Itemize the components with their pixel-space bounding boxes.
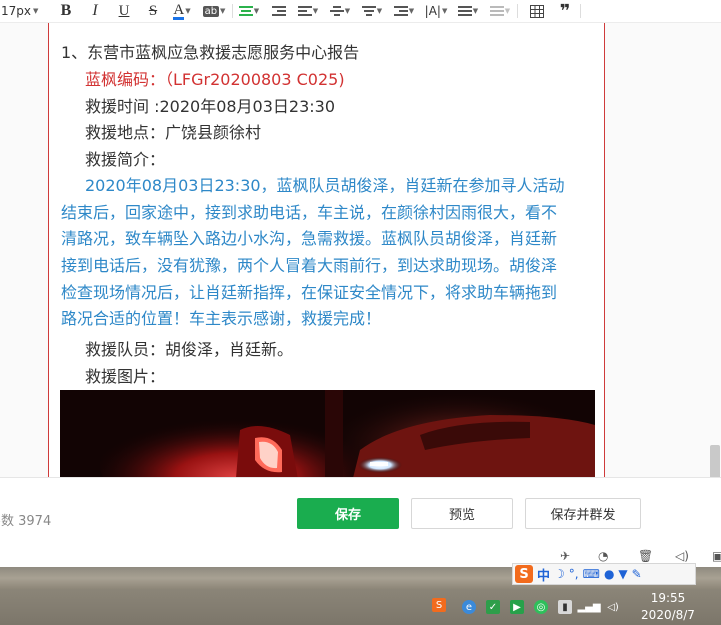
preview-button[interactable]: 预览 (411, 498, 513, 529)
font-size-select[interactable]: 17px ▼ (1, 4, 45, 18)
rocket-icon[interactable]: ✈ (560, 549, 570, 563)
punctuation-icon[interactable]: °, (569, 567, 579, 581)
user-icon[interactable]: ● (604, 567, 614, 581)
quote-icon[interactable]: ❞ (554, 0, 576, 22)
chevron-down-icon: ▼ (185, 7, 191, 15)
align-center-icon (238, 4, 253, 18)
font-size-value: 17px (1, 4, 31, 18)
font-color-button[interactable]: A ▼ (169, 0, 195, 22)
compass-icon[interactable]: ◔ (598, 549, 608, 563)
speaker-icon[interactable]: ◁) (675, 549, 689, 563)
report-code: 蓝枫编码：（LFGr20200803 C025) (85, 70, 345, 89)
chevron-down-icon: ▼ (408, 7, 415, 15)
highlight-button[interactable]: ab ▼ (200, 0, 228, 22)
chevron-down-icon: ▼ (441, 7, 448, 15)
list-button[interactable]: ▼ (455, 0, 481, 22)
summary-line: 接到电话后，没有犹豫，两个人冒着大雨前行，到达求助现场。胡俊泽 (61, 256, 558, 276)
trash-icon[interactable]: 🗑 (638, 549, 653, 563)
security-tray-icon[interactable]: ✓ (486, 600, 500, 614)
summary-line: 检查现场情况后，让肖廷新指挥，在保证安全情况下，将求助车辆拖到 (61, 282, 558, 302)
window-icon[interactable]: ▣ (712, 549, 721, 563)
table-icon (530, 4, 544, 18)
paragraph-spacing-button[interactable]: ▼ (391, 0, 417, 22)
bold-icon[interactable]: B (55, 0, 77, 22)
chinese-mode-icon[interactable]: 中 (537, 565, 550, 584)
moon-icon[interactable]: ☽ (554, 567, 565, 581)
summary-line: 2020年08月03日23:30，蓝枫队员胡俊泽，肖廷新在参加寻人活动 (85, 176, 565, 195)
outdent-button[interactable]: ▼ (295, 0, 321, 22)
more-format-button[interactable]: ▼ (487, 0, 513, 22)
chevron-down-icon: ▼ (33, 7, 39, 15)
images-label: 救援图片： (85, 367, 166, 386)
clock-date: 2020/8/7 (641, 608, 695, 622)
save-button[interactable]: 保存 (297, 498, 399, 529)
rescue-photo[interactable] (60, 390, 595, 477)
strikethrough-icon[interactable]: S (142, 0, 164, 22)
chevron-down-icon: ▼ (376, 7, 383, 15)
chevron-down-icon: ▼ (253, 7, 260, 15)
taskbar: S e ✓ ▶ ◎ ▮ ▂▄▆ ◁) (0, 589, 721, 625)
summary-line: 路况合适的位置！车主表示感谢，救援完成！ (61, 309, 382, 329)
media-tray-icon[interactable]: ▶ (510, 600, 524, 614)
outdent-icon (297, 4, 312, 18)
align-button[interactable]: ▼ (327, 0, 353, 22)
rescue-time: 救援时间 :2020年08月03日23:30 (85, 97, 336, 116)
ime-toolbar[interactable]: S 中 ☽ °, ⌨ ● ▼ ✎ (512, 563, 696, 585)
word-count: 字数 3974 (0, 514, 52, 529)
toolbar-divider (232, 4, 233, 18)
letter-spacing-button[interactable]: |A| ▼ (423, 0, 449, 22)
underline-icon[interactable]: U (113, 0, 135, 22)
highlight-icon: ab (202, 5, 220, 17)
wechat-tray-icon[interactable]: ◎ (534, 600, 548, 614)
signal-tray-icon[interactable]: ▂▄▆ (577, 600, 600, 614)
chevron-down-icon: ▼ (504, 7, 511, 15)
chevron-down-icon: ▼ (312, 7, 319, 15)
indent-button[interactable] (267, 0, 291, 22)
indent-icon (272, 4, 286, 18)
summary-paragraph: 2020年08月03日23:30，蓝枫队员胡俊泽，肖廷新在参加寻人活动 结束后，… (61, 173, 589, 333)
toolbar-divider (517, 4, 518, 18)
chevron-down-icon: ▼ (344, 7, 351, 15)
report-title: 1、东营市蓝枫应急救援志愿服务中心报告 (61, 43, 360, 62)
align-center-button[interactable]: ▼ (237, 0, 261, 22)
editor-toolbar: 17px ▼ B I U S A ▼ ab ▼ ▼ ▼ ▼ ▼ ▼ |A| ▼ … (0, 0, 721, 23)
clock-time: 19:55 (650, 591, 686, 605)
toolbar-divider (580, 4, 581, 18)
rescue-photo-image (60, 390, 595, 477)
italic-icon[interactable]: I (84, 0, 106, 22)
tools-icon[interactable]: ✎ (632, 567, 642, 581)
list-icon (457, 4, 472, 18)
more-icon (489, 4, 504, 18)
skin-icon[interactable]: ▼ (618, 567, 627, 581)
rescue-members: 救援队员：胡俊泽，肖廷新。 (85, 340, 294, 359)
sogou-tray-icon[interactable]: S (432, 598, 446, 612)
summary-line: 结束后，回家途中，接到求助电话，车主说，在颜徐村因雨很大，看不 (61, 202, 558, 222)
network-tray-icon[interactable]: e (462, 600, 476, 614)
volume-tray-icon[interactable]: ◁) (606, 600, 620, 614)
usb-tray-icon[interactable]: ▮ (558, 600, 572, 614)
letter-spacing-icon: |A| (424, 4, 441, 18)
summary-line: 清路况，致车辆坠入路边小水沟，急需救援。蓝枫队员胡俊泽，肖廷新 (61, 229, 558, 249)
system-clock[interactable]: 19:55 2020/8/7 (636, 590, 700, 624)
keyboard-icon[interactable]: ⌨ (583, 567, 600, 581)
paragraph-spacing-icon (393, 4, 408, 18)
table-button[interactable] (526, 0, 548, 22)
document-page[interactable]: 1、东营市蓝枫应急救援志愿服务中心报告 蓝枫编码：（LFGr20200803 C… (48, 23, 605, 477)
line-spacing-icon (361, 4, 376, 18)
action-bar: 字数 3974 保存 预览 保存并群发 (0, 477, 721, 550)
save-and-send-button[interactable]: 保存并群发 (525, 498, 641, 529)
font-color-icon: A (173, 1, 185, 20)
sogou-icon[interactable]: S (515, 565, 533, 583)
summary-label: 救援简介： (85, 150, 166, 169)
align-icon (329, 4, 344, 18)
line-spacing-button[interactable]: ▼ (359, 0, 385, 22)
chevron-down-icon: ▼ (220, 7, 226, 15)
rescue-place: 救援地点：广饶县颜徐村 (85, 123, 262, 142)
chevron-down-icon: ▼ (472, 7, 479, 15)
